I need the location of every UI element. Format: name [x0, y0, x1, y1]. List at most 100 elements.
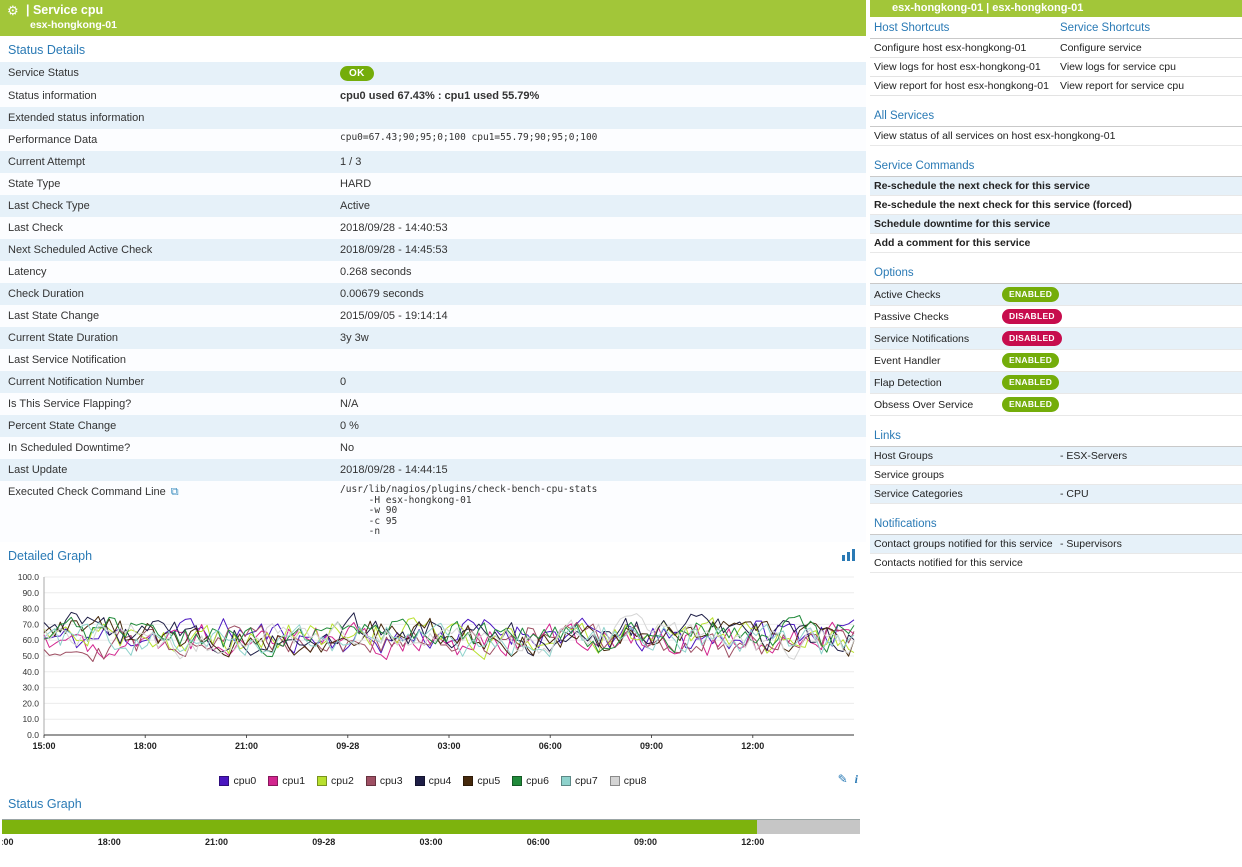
service-shortcut-link[interactable]: View report for service cpu — [1056, 77, 1242, 96]
status-row-label: Extended status information — [0, 107, 332, 129]
shortcut-row: Configure host esx-hongkong-01Configure … — [870, 39, 1242, 58]
shortcut-row: View logs for host esx-hongkong-01View l… — [870, 58, 1242, 77]
service-command-link[interactable]: Re-schedule the next check for this serv… — [870, 196, 1242, 215]
status-timeline-tick: 03:00 — [419, 837, 442, 847]
shortcuts-table: Host Shortcuts Service Shortcuts Configu… — [870, 17, 1242, 96]
status-details-title: Status Details — [8, 43, 85, 57]
option-state-badge[interactable]: DISABLED — [1002, 331, 1062, 346]
status-row-label: State Type — [0, 173, 332, 195]
host-links[interactable]: esx-hongkong-01 | esx-hongkong-01 — [870, 0, 1242, 17]
status-row: Current Notification Number0 — [0, 371, 866, 393]
status-row-value: No — [332, 437, 866, 459]
status-details-table: Service StatusOKStatus informationcpu0 u… — [0, 62, 866, 542]
legend-label: cpu5 — [477, 775, 500, 787]
svg-text:0.0: 0.0 — [27, 730, 39, 740]
service-host-link[interactable]: esx-hongkong-01 — [30, 19, 858, 32]
service-shortcut-link[interactable]: Configure service — [1056, 39, 1242, 58]
option-state-badge[interactable]: ENABLED — [1002, 375, 1059, 390]
host-shortcut-link[interactable]: View logs for host esx-hongkong-01 — [870, 58, 1056, 77]
svg-text:10.0: 10.0 — [22, 714, 39, 724]
legend-label: cpu4 — [429, 775, 452, 787]
status-timeline-tick: 12:00 — [741, 837, 764, 847]
status-row: Latency0.268 seconds — [0, 261, 866, 283]
legend-swatch — [219, 776, 229, 786]
chart-legend: cpu0cpu1cpu2cpu3cpu4cpu5cpu6cpu7cpu8 — [0, 775, 866, 787]
service-command-link[interactable]: Schedule downtime for this service — [870, 215, 1242, 234]
svg-text:60.0: 60.0 — [22, 635, 39, 645]
host-shortcut-link[interactable]: Configure host esx-hongkong-01 — [870, 39, 1056, 58]
status-timeline-tick: 09-28 — [312, 837, 335, 847]
status-row-label: Status information — [0, 85, 332, 107]
shortcuts-header-row: Host Shortcuts Service Shortcuts — [870, 17, 1242, 39]
link-value[interactable]: - CPU — [1060, 488, 1238, 500]
svg-text:20.0: 20.0 — [22, 698, 39, 708]
all-services-link[interactable]: View status of all services on host esx-… — [870, 127, 1242, 146]
sidebar: esx-hongkong-01 | esx-hongkong-01 Host S… — [870, 0, 1242, 851]
status-row-value: /usr/lib/nagios/plugins/check-bench-cpu-… — [332, 481, 866, 542]
copy-icon[interactable]: ⧉ — [171, 486, 179, 498]
status-row-value: 0 — [332, 371, 866, 393]
status-row-label: Next Scheduled Active Check — [0, 239, 332, 261]
kv-row: Service Categories- CPU — [870, 485, 1242, 504]
status-details-header: Status Details — [0, 36, 866, 62]
links-section: Links Host Groups- ESX-ServersService gr… — [870, 425, 1242, 504]
gear-icon[interactable]: ⚙ — [7, 3, 19, 19]
option-state-badge[interactable]: ENABLED — [1002, 287, 1059, 302]
kv-row: Contact groups notified for this service… — [870, 535, 1242, 554]
status-row-label: Current Notification Number — [0, 371, 332, 393]
status-row: State TypeHARD — [0, 173, 866, 195]
svg-text:18:00: 18:00 — [134, 741, 157, 751]
status-row-value: OK — [332, 62, 866, 85]
link-label[interactable]: Service groups — [874, 469, 1060, 481]
option-state-badge[interactable]: ENABLED — [1002, 397, 1059, 412]
legend-item: cpu5 — [463, 775, 500, 787]
status-timeline-ok-segment — [2, 820, 757, 834]
notification-value[interactable]: - Supervisors — [1060, 538, 1238, 550]
link-value[interactable]: - ESX-Servers — [1060, 450, 1238, 462]
service-shortcut-link[interactable]: View logs for service cpu — [1056, 58, 1242, 77]
kv-row: Contacts notified for this service — [870, 554, 1242, 573]
svg-text:90.0: 90.0 — [22, 587, 39, 597]
option-state-badge[interactable]: DISABLED — [1002, 309, 1062, 324]
status-row: Last Check TypeActive — [0, 195, 866, 217]
status-row-label: Service Status — [0, 62, 332, 85]
legend-label: cpu1 — [282, 775, 305, 787]
bar-chart-icon[interactable] — [842, 549, 856, 564]
status-row: Is This Service Flapping?N/A — [0, 393, 866, 415]
host-shortcut-link[interactable]: View report for host esx-hongkong-01 — [870, 77, 1056, 96]
status-row-label: Executed Check Command Line⧉ — [0, 481, 332, 542]
option-label: Passive Checks — [874, 311, 1002, 323]
legend-swatch — [415, 776, 425, 786]
option-row: Passive ChecksDISABLED — [870, 306, 1242, 328]
graph-tools: ✎ i — [838, 772, 858, 787]
status-graph-header: Status Graph — [0, 790, 866, 816]
svg-text:40.0: 40.0 — [22, 666, 39, 676]
status-row: Last Check2018/09/28 - 14:40:53 — [0, 217, 866, 239]
legend-item: cpu8 — [610, 775, 647, 787]
legend-item: cpu1 — [268, 775, 305, 787]
status-row: Current Attempt1 / 3 — [0, 151, 866, 173]
status-timeline-labels: 15:0018:0021:0009-2803:0006:0009:0012:00 — [2, 837, 860, 851]
notification-label[interactable]: Contact groups notified for this service — [874, 538, 1060, 550]
legend-label: cpu7 — [575, 775, 598, 787]
option-state-badge[interactable]: ENABLED — [1002, 353, 1059, 368]
legend-label: cpu3 — [380, 775, 403, 787]
service-command-link[interactable]: Add a comment for this service — [870, 234, 1242, 253]
service-command-link[interactable]: Re-schedule the next check for this serv… — [870, 177, 1242, 196]
notification-label[interactable]: Contacts notified for this service — [874, 557, 1060, 569]
link-label[interactable]: Host Groups — [874, 450, 1060, 462]
options-section: Options Active ChecksENABLEDPassive Chec… — [870, 262, 1242, 416]
service-status-badge: OK — [340, 66, 374, 81]
pencil-icon[interactable]: ✎ — [838, 772, 848, 786]
status-row-label: Last Check — [0, 217, 332, 239]
service-shortcuts-title: Service Shortcuts — [1056, 17, 1242, 39]
option-state-cell: ENABLED — [1002, 287, 1238, 302]
legend-label: cpu8 — [624, 775, 647, 787]
link-label[interactable]: Service Categories — [874, 488, 1060, 500]
info-icon[interactable]: i — [855, 772, 858, 787]
option-row: Event HandlerENABLED — [870, 350, 1242, 372]
service-commands-section: Service Commands Re-schedule the next ch… — [870, 155, 1242, 253]
status-row-value: HARD — [332, 173, 866, 195]
legend-swatch — [463, 776, 473, 786]
svg-text:09-28: 09-28 — [336, 741, 359, 751]
